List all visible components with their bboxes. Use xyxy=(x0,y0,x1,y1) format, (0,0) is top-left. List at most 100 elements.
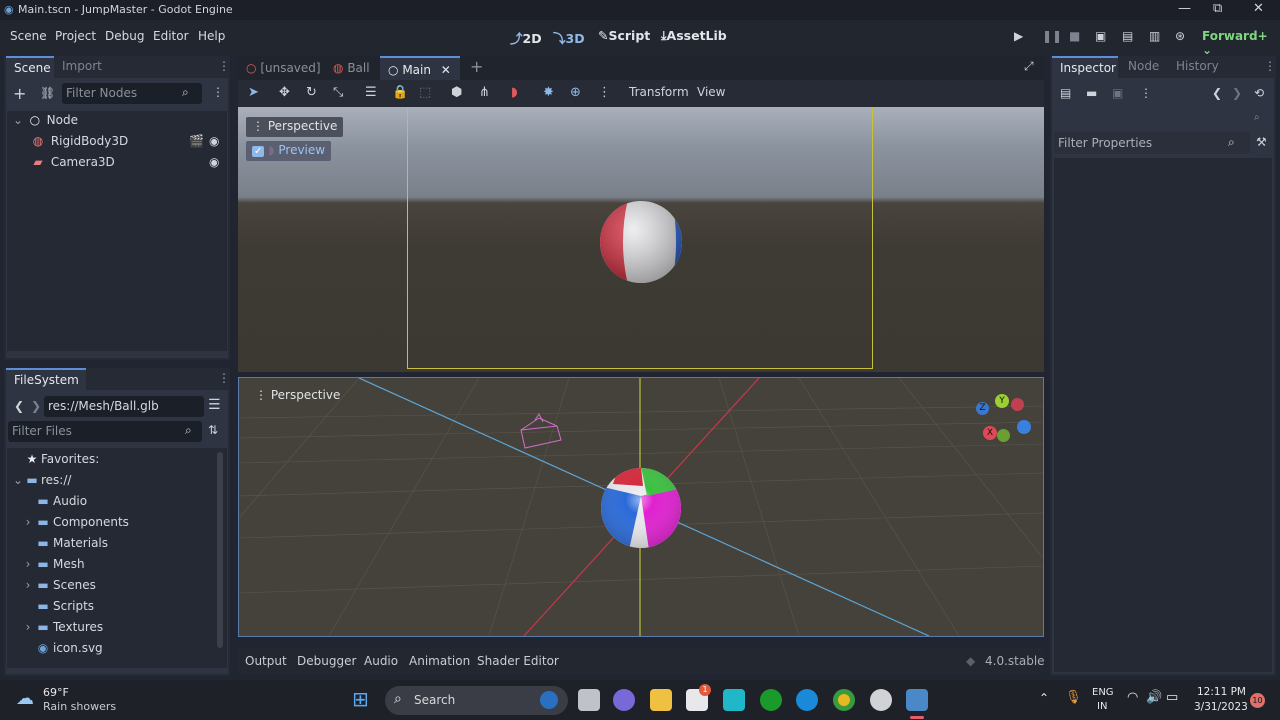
microphone-icon[interactable]: 🎙 xyxy=(1065,690,1082,705)
mode-2d-button[interactable]: ⤴2D xyxy=(510,28,542,47)
clock-date[interactable]: 3/31/2023 xyxy=(1194,701,1248,713)
folder-row[interactable]: ▬ Scripts xyxy=(33,599,94,620)
new-resource-icon[interactable]: ▤ xyxy=(1060,86,1071,100)
favorites-row[interactable]: ★ Favorites: xyxy=(23,452,100,473)
clock-time[interactable]: 12:11 PM xyxy=(1197,686,1246,698)
language-label[interactable]: ENG xyxy=(1092,687,1114,698)
godot-taskbar-icon[interactable] xyxy=(906,689,928,711)
filter-properties-input[interactable]: Filter Properties xyxy=(1054,132,1250,154)
volume-icon[interactable]: 🔊 xyxy=(1146,690,1162,705)
weather-desc[interactable]: Rain showers xyxy=(43,700,116,713)
remote-debug-icon[interactable]: ▣ xyxy=(1095,29,1106,43)
folder-row[interactable]: ▬ Materials xyxy=(33,536,108,557)
back-icon[interactable]: ❮ xyxy=(1212,86,1222,100)
teams-icon[interactable] xyxy=(613,689,635,711)
tree-node-rigidbody[interactable]: ◍ RigidBody3D 🎬 ◉ xyxy=(29,134,225,155)
open-folder-icon[interactable]: ▬ xyxy=(1086,86,1097,100)
tab-output[interactable]: Output xyxy=(245,654,287,668)
notification-count-badge[interactable]: 10 xyxy=(1250,693,1265,708)
view-gizmo[interactable]: Y Z X xyxy=(973,394,1033,444)
battery-icon[interactable]: ▭ xyxy=(1166,690,1178,705)
chrome-icon[interactable] xyxy=(833,689,855,711)
more-options-icon[interactable]: ⋮ xyxy=(1140,86,1152,100)
tab-filesystem[interactable]: FileSystem xyxy=(6,368,86,390)
tab-import[interactable]: Import xyxy=(62,59,102,73)
stop-icon[interactable]: ■ xyxy=(1069,29,1080,43)
tab-audio[interactable]: Audio xyxy=(364,654,398,668)
filter-options-icon[interactable]: ⋮ xyxy=(212,85,224,99)
play-scene-icon[interactable]: ▤ xyxy=(1122,29,1133,43)
taskbar-search-box[interactable]: ⌕ Search xyxy=(385,686,568,715)
folder-row[interactable]: › ▬ Components xyxy=(23,515,129,536)
tab-debugger[interactable]: Debugger xyxy=(297,654,356,668)
group-icon[interactable]: ⬚ xyxy=(419,85,431,100)
file-explorer-icon[interactable] xyxy=(650,689,672,711)
list-view-icon[interactable]: ☰ xyxy=(208,397,221,413)
snap-icon[interactable]: ⋔ xyxy=(479,85,490,100)
filter-files-input[interactable]: Filter Files xyxy=(8,421,202,442)
folder-row[interactable]: › ▬ Scenes xyxy=(23,578,96,599)
menu-scene[interactable]: Scene xyxy=(10,29,47,43)
docs-icon[interactable]: ⌕ xyxy=(1254,112,1260,123)
tab-animation[interactable]: Animation xyxy=(409,654,470,668)
transform-menu[interactable]: Transform xyxy=(629,85,689,99)
scrollbar[interactable] xyxy=(217,452,223,648)
menu-project[interactable]: Project xyxy=(55,29,96,43)
viewport-bottom[interactable]: ⋮ Perspective Y Z X xyxy=(238,377,1044,637)
filter-nodes-input[interactable]: Filter Nodes xyxy=(62,83,202,104)
tab-scene[interactable]: Scene xyxy=(6,56,54,78)
tools-icon[interactable]: ⚒ xyxy=(1256,135,1267,149)
mode-script-button[interactable]: ✎Script xyxy=(598,28,650,43)
pause-icon[interactable]: ❚❚ xyxy=(1042,29,1062,43)
camera-override-icon[interactable]: ◗ xyxy=(511,85,518,100)
tab-inspector[interactable]: Inspector xyxy=(1052,56,1118,78)
visibility-eye-icon[interactable]: ◉ xyxy=(209,155,219,169)
clapperboard-icon[interactable]: 🎬 xyxy=(189,134,204,148)
history-icon[interactable]: ⟲ xyxy=(1254,86,1264,100)
perspective-menu[interactable]: ⋮ Perspective xyxy=(246,117,344,137)
forward-icon[interactable]: ❯ xyxy=(31,399,41,413)
lock-icon[interactable]: 🔒 xyxy=(392,85,408,100)
maximize-button[interactable]: ⧉ xyxy=(1213,1,1222,16)
more-options-icon[interactable]: ⋮ xyxy=(598,85,611,100)
tab-main[interactable]: ○ Main ✕ xyxy=(380,56,460,80)
list-select-icon[interactable]: ☰ xyxy=(365,85,377,100)
tree-node-camera[interactable]: ▰ Camera3D ◉ xyxy=(29,155,225,176)
sun-preview-icon[interactable]: ✸ xyxy=(543,85,554,100)
res-root-row[interactable]: ⌄ ▬ res:// xyxy=(13,473,71,494)
tab-ball[interactable]: ◍ Ball xyxy=(333,56,370,80)
dock-menu-icon[interactable]: ⋮ xyxy=(218,59,230,73)
weather-temp[interactable]: 69°F xyxy=(43,686,69,699)
close-icon[interactable]: ✕ xyxy=(441,63,451,77)
perspective-menu[interactable]: ⋮ Perspective xyxy=(249,386,346,406)
mode-assetlib-button[interactable]: ⤓AssetLib xyxy=(661,28,727,44)
gizmo-neg-z[interactable] xyxy=(1017,420,1031,434)
dock-menu-icon[interactable]: ⋮ xyxy=(1264,59,1276,73)
sort-icon[interactable]: ⇅ xyxy=(208,423,218,437)
distraction-free-icon[interactable]: ⤢ xyxy=(1024,59,1034,74)
l-app-icon[interactable] xyxy=(723,689,745,711)
add-node-icon[interactable]: + xyxy=(13,84,26,103)
tree-node-root[interactable]: ⌄ ○ Node xyxy=(13,113,78,134)
region-label[interactable]: IN xyxy=(1097,701,1107,712)
save-icon[interactable]: ▣ xyxy=(1112,86,1123,100)
edge-icon[interactable] xyxy=(796,689,818,711)
mode-3d-button[interactable]: ⤵3D xyxy=(553,28,585,47)
view-menu[interactable]: View xyxy=(697,85,725,99)
menu-editor[interactable]: Editor xyxy=(153,29,189,43)
folder-row[interactable]: › ▬ Mesh xyxy=(23,557,85,578)
close-button[interactable]: ✕ xyxy=(1253,1,1264,16)
viewport-top[interactable]: ⋮ Perspective ✓ ◗ Preview xyxy=(238,107,1044,372)
back-icon[interactable]: ❮ xyxy=(14,399,24,413)
dock-menu-icon[interactable]: ⋮ xyxy=(218,371,230,385)
forward-icon[interactable]: ❯ xyxy=(1232,86,1242,100)
tab-shader-editor[interactable]: Shader Editor xyxy=(477,654,559,668)
file-row[interactable]: ◉ icon.svg xyxy=(33,641,103,662)
folder-row[interactable]: ▬ Audio xyxy=(33,494,87,515)
movie-maker-icon[interactable]: ⊛ xyxy=(1175,29,1185,43)
wifi-icon[interactable]: ◠ xyxy=(1127,690,1138,705)
link-icon[interactable]: ⛓ xyxy=(40,86,55,100)
gizmo-neg-y[interactable] xyxy=(997,429,1010,442)
play-custom-scene-icon[interactable]: ▥ xyxy=(1149,29,1160,43)
tab-history[interactable]: History xyxy=(1176,59,1219,73)
